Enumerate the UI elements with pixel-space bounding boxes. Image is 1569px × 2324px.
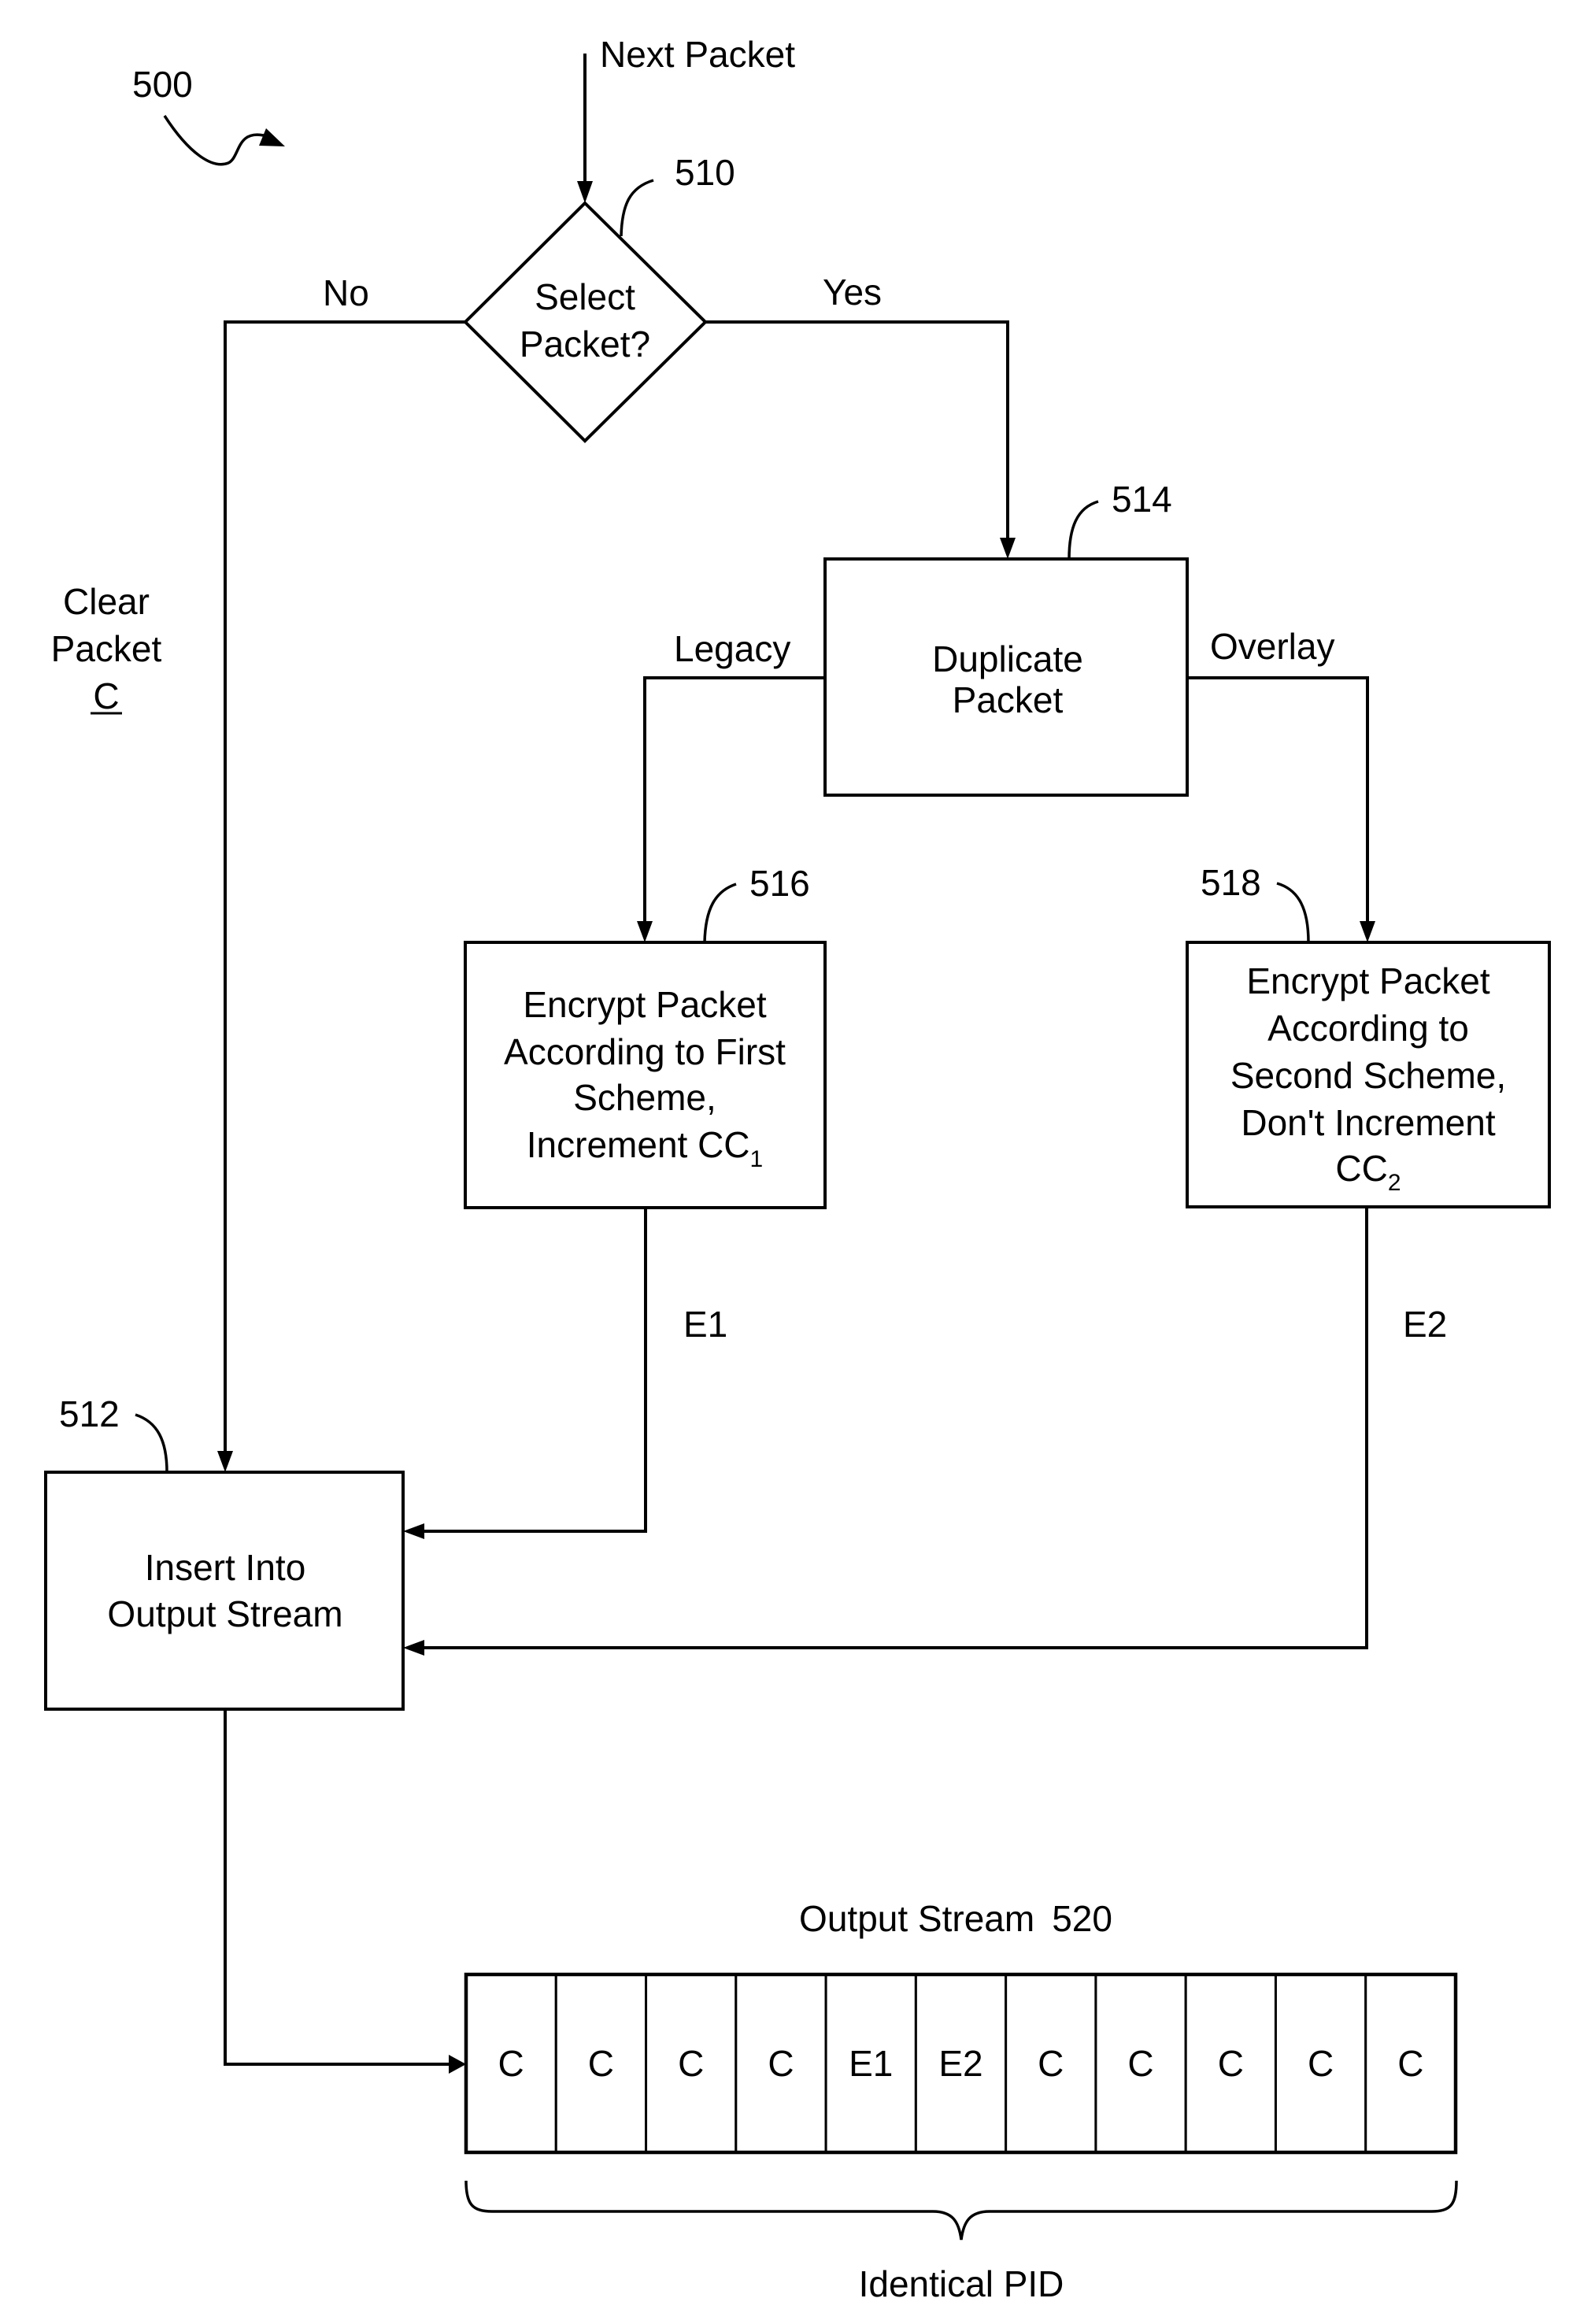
no-label: No: [323, 272, 369, 313]
encrypt-first-ref-leader: [703, 883, 737, 943]
decision-ref-leader: [620, 179, 654, 237]
encrypt-first-line-3: Scheme,: [573, 1077, 716, 1118]
decision-select-packet: [463, 201, 708, 443]
next-packet-label: Next Packet: [600, 34, 795, 75]
encrypt-first-line-4: Increment CC1: [527, 1124, 763, 1172]
output-stream-title-text: Output Stream: [799, 1898, 1034, 1939]
e2-path-line: [419, 1207, 1368, 1649]
encrypt-first-line-2: According to First: [504, 1031, 786, 1072]
encrypt-first-line-4-text: Increment CC: [527, 1124, 750, 1165]
duplicate-ref-leader: [1068, 500, 1099, 560]
e2-arrowhead-icon: [403, 1640, 424, 1656]
insert-ref-leader: [135, 1413, 168, 1473]
yes-branch-line: [705, 320, 1009, 543]
figure-ref-arrow: [163, 115, 265, 166]
encrypt-second-line-3: Second Scheme,: [1230, 1055, 1506, 1096]
e2-label: E2: [1403, 1304, 1447, 1345]
stream-path-line: [224, 1709, 450, 2066]
output-stream-packets: C C C C E1 E2 C C C C C: [464, 1973, 1457, 2154]
no-branch-arrowhead-icon: [217, 1451, 233, 1472]
stream-arrowhead-icon: [449, 2055, 466, 2074]
e1-label: E1: [683, 1304, 727, 1345]
legacy-label: Legacy: [674, 628, 790, 669]
flowchart: 500 Next Packet Select Packet? 510 No Cl…: [44, 34, 1551, 2304]
duplicate-label-line-2: Packet: [953, 679, 1064, 720]
overlay-branch-arrowhead-icon: [1360, 921, 1375, 942]
stream-packet-label: E2: [938, 2043, 982, 2084]
identical-pid-label: Identical PID: [859, 2263, 1064, 2304]
yes-label: Yes: [823, 272, 882, 313]
duplicate-ref-label: 514: [1112, 479, 1172, 520]
encrypt-second-line-5-text: CC: [1335, 1148, 1387, 1189]
legacy-branch-arrowhead-icon: [637, 921, 653, 942]
encrypt-second-ref-label: 518: [1201, 862, 1261, 903]
yes-branch-arrowhead-icon: [1000, 538, 1016, 559]
stream-packet-label: C: [1127, 2043, 1153, 2084]
encrypt-first-scheme-box: [464, 941, 827, 1209]
encrypt-second-ref-leader: [1276, 882, 1310, 943]
stream-packet-label: C: [498, 2043, 524, 2084]
decision-label-line-2: Packet?: [520, 324, 650, 365]
stream-packet-label: C: [588, 2043, 614, 2084]
decision-label-line-1: Select: [535, 276, 635, 317]
insert-label-line-2: Output Stream: [107, 1593, 342, 1634]
figure-ref-label: 500: [132, 64, 193, 105]
stream-packet-label: C: [1038, 2043, 1064, 2084]
input-arrowhead-icon: [577, 181, 593, 203]
e1-arrowhead-icon: [403, 1523, 424, 1539]
insert-output-stream-box: [44, 1471, 405, 1711]
output-stream-title: Output Stream 520: [799, 1898, 1112, 1939]
encrypt-first-line-1: Encrypt Packet: [523, 984, 767, 1025]
overlay-label: Overlay: [1210, 626, 1334, 667]
stream-packet-label: C: [1218, 2043, 1244, 2084]
clear-packet-symbol: C: [93, 675, 119, 716]
e1-path-line: [419, 1208, 647, 1533]
duplicate-label-line-1: Duplicate: [932, 638, 1083, 679]
stream-packet-label: C: [678, 2043, 704, 2084]
insert-label-line-1: Insert Into: [145, 1547, 306, 1588]
output-stream-ref: 520: [1052, 1898, 1112, 1939]
stream-packet-label: C: [768, 2043, 794, 2084]
identical-pid-brace: [464, 2180, 1458, 2241]
clear-packet-line-1: Clear: [63, 581, 150, 622]
stream-packet-label: C: [1308, 2043, 1334, 2084]
encrypt-second-line-4: Don't Increment: [1241, 1102, 1495, 1143]
clear-packet-line-2: Packet: [51, 628, 162, 669]
encrypt-second-line-2: According to: [1267, 1008, 1469, 1049]
stream-packet-label: E1: [849, 2043, 893, 2084]
figure-ref-arrowhead-icon: [259, 128, 285, 146]
decision-ref-label: 510: [675, 152, 735, 193]
stream-packet-label: C: [1397, 2043, 1423, 2084]
encrypt-first-ref-label: 516: [749, 863, 810, 904]
encrypt-second-line-1: Encrypt Packet: [1246, 960, 1490, 1001]
encrypt-second-subscript: 2: [1388, 1170, 1401, 1196]
no-branch-line: [224, 320, 465, 1456]
encrypt-first-subscript: 1: [750, 1146, 764, 1172]
insert-ref-label: 512: [59, 1393, 120, 1434]
